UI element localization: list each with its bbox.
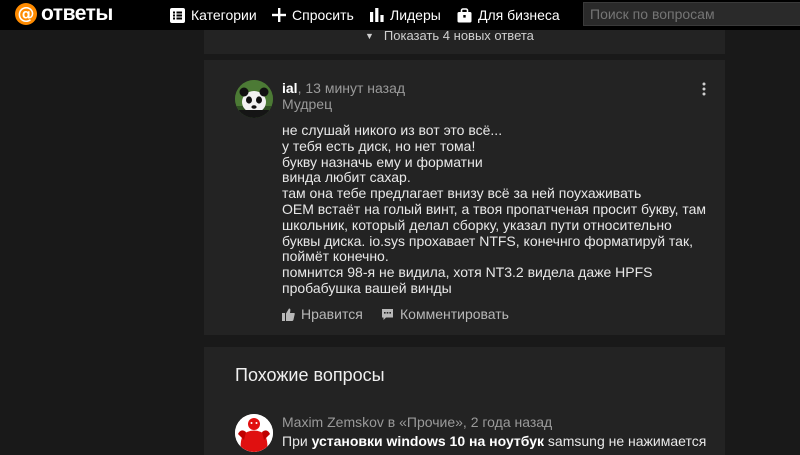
nav-leaders-label: Лидеры [390,7,441,23]
answer-line: помнится 98-я не видила, хотя NT3.2 виде… [282,264,653,281]
nav-categories[interactable]: Категории [170,5,257,25]
like-label: Нравится [301,306,363,322]
avatar[interactable] [235,414,273,452]
answer-card: ial, 13 минут назад Мудрец не слушай ник… [204,60,725,335]
briefcase-icon [457,7,472,22]
similar-questions-title: Похожие вопросы [235,365,385,385]
answer-line: пробабушка вашей винды [282,279,452,296]
nav-categories-label: Категории [191,7,257,23]
answer-body: не слушай никого из вот это всё... у теб… [282,122,722,297]
logo-text: ответы [41,2,113,25]
chevron-down-icon: ▼ [365,30,374,41]
comment-icon [382,308,393,320]
list-icon [170,7,185,23]
like-button[interactable]: Нравится [282,306,363,322]
answer-line: школьник, который делал сборку, указал п… [282,216,672,233]
answers-card-top: ▼ Показать 4 новых ответа [204,28,725,54]
similar-question-meta[interactable]: Maxim Zemskov в «Прочие», 2 года назад [282,414,552,430]
answer-line: не слушай никого из вот это всё... [282,122,503,138]
answer-line: там она тебе предлагает внизу всё за ней… [282,185,642,202]
answer-timestamp: , 13 минут назад [297,80,406,96]
site-logo[interactable]: @ ответы [15,2,113,26]
nav-leaders[interactable]: Лидеры [370,5,441,25]
answer-line: буквы диска. io.sys прохавает NTFS, коне… [282,232,693,249]
nav-business-label: Для бизнеса [478,7,560,23]
answer-line: винда любит сахар. [282,169,411,186]
author-rank: Мудрец [282,96,333,112]
bar-chart-icon [370,8,384,22]
show-new-answers-button[interactable]: ▼ Показать 4 новых ответа [365,28,534,43]
thumbs-up-icon [282,308,295,321]
answer-line: у тебя есть диск, но нет тома! [282,137,476,154]
similar-question-text-pre: При [282,433,312,449]
comment-button[interactable]: Комментировать [381,306,509,322]
nav-ask[interactable]: Спросить [272,5,354,25]
nav-business[interactable]: Для бизнеса [457,5,560,25]
answer-line: букву назначь ему и форматни [282,153,483,170]
search-input[interactable] [583,2,800,26]
panda-avatar-image [235,80,273,118]
similar-question-link[interactable]: При установки windows 10 на ноутбук sams… [282,433,706,449]
logo-at-icon: @ [15,3,37,25]
answer-author-line: ial, 13 минут назад [282,80,405,96]
more-options-icon[interactable] [701,82,707,96]
author-name[interactable]: ial [282,80,298,96]
comment-label: Комментировать [400,306,509,322]
answer-line: поймёт конечно. [282,248,389,265]
similar-questions-card: Похожие вопросы Maxim Zemskov в «Прочие»… [204,347,725,455]
plus-icon [272,8,286,22]
answer-line: OEM встаёт на голый винт, а твоя пропатч… [282,200,707,217]
similar-question-text-bold: установки windows 10 на ноутбук [311,433,545,449]
show-new-answers-label: Показать 4 новых ответа [383,28,534,43]
top-navigation-bar: @ ответы Категории Спросить Лидеры Для б… [0,0,800,30]
red-figure-avatar-image [235,414,273,452]
avatar[interactable] [235,80,273,118]
similar-question-text-post: samsung не нажимается [544,433,707,449]
nav-ask-label: Спросить [292,7,354,23]
